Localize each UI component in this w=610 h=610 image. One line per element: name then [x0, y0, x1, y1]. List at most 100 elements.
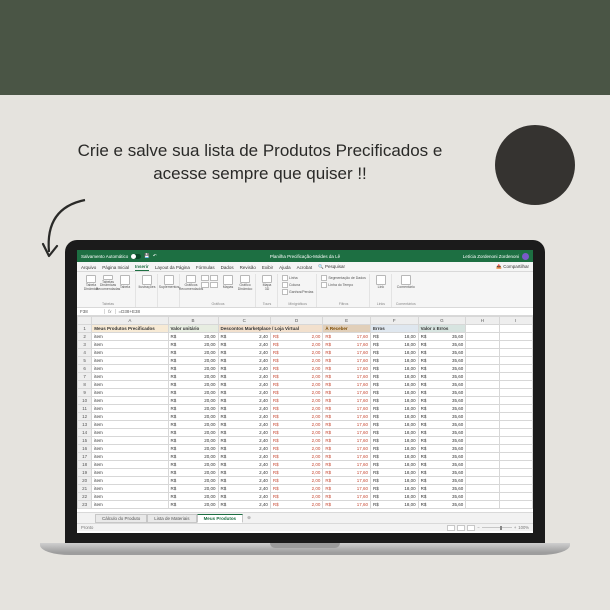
- laptop-mockup: Salvamento Automático 💾 ↶ Planilha Preci…: [40, 240, 570, 610]
- table-row[interactable]: 16itemR$20,00R$2,40R$2,00R$17,60R$18,00R…: [78, 445, 533, 453]
- table-row[interactable]: 7itemR$20,00R$2,40R$2,00R$17,60R$18,00R$…: [78, 373, 533, 381]
- btn-mapa-3d[interactable]: Mapa 3D: [260, 275, 274, 291]
- save-icon[interactable]: 💾: [144, 253, 150, 259]
- table-row[interactable]: 5itemR$20,00R$2,40R$2,00R$17,60R$18,00R$…: [78, 357, 533, 365]
- ribbon-group-links: Link Links: [371, 274, 392, 307]
- formula-input[interactable]: =D38+E38: [116, 309, 141, 314]
- table-row[interactable]: 12itemR$20,00R$2,40R$2,00R$17,60R$18,00R…: [78, 413, 533, 421]
- table-row[interactable]: 11itemR$20,00R$2,40R$2,00R$17,60R$18,00R…: [78, 405, 533, 413]
- btn-comentario[interactable]: Comentário: [399, 275, 413, 291]
- btn-grafico-dinamico[interactable]: Gráfico Dinâmico: [238, 275, 252, 291]
- table-row[interactable]: 20itemR$20,00R$2,40R$2,00R$17,60R$18,00R…: [78, 477, 533, 485]
- tab-pagina-inicial[interactable]: Página Inicial: [102, 265, 129, 271]
- title-row[interactable]: 1 Meus Produtos Precificados Valor unitá…: [78, 325, 533, 333]
- formula-bar: F38 fx =D38+E38: [77, 308, 533, 316]
- tab-exibir[interactable]: Exibir: [262, 265, 273, 271]
- name-box[interactable]: F38: [77, 309, 105, 314]
- zoom-out-button[interactable]: −: [477, 525, 479, 530]
- laptop-notch: [270, 543, 340, 548]
- normal-view-button[interactable]: [447, 525, 455, 531]
- ribbon-group-ilustracoes: Ilustrações: [137, 274, 158, 307]
- table-row[interactable]: 10itemR$20,00R$2,40R$2,00R$17,60R$18,00R…: [78, 397, 533, 405]
- btn-sparkline-linha[interactable]: Linha: [282, 275, 298, 281]
- ribbon-group-tours: Mapa 3D Tours: [257, 274, 278, 307]
- sheet-tab-calculo[interactable]: Cálculo do Produto: [95, 514, 147, 523]
- page-break-view-button[interactable]: [467, 525, 475, 531]
- autosave-toggle[interactable]: [131, 254, 141, 259]
- autosave-label: Salvamento Automático: [81, 254, 128, 259]
- select-all-cell[interactable]: [78, 317, 92, 325]
- table-row[interactable]: 18itemR$20,00R$2,40R$2,00R$17,60R$18,00R…: [78, 461, 533, 469]
- excel-titlebar: Salvamento Automático 💾 ↶ Planilha Preci…: [77, 250, 533, 262]
- btn-linha-tempo[interactable]: Linha do Tempo: [321, 282, 353, 288]
- sheet-tab-materiais[interactable]: Lista de Materiais: [147, 514, 196, 523]
- table-row[interactable]: 13itemR$20,00R$2,40R$2,00R$17,60R$18,00R…: [78, 421, 533, 429]
- table-row[interactable]: 19itemR$20,00R$2,40R$2,00R$17,60R$18,00R…: [78, 469, 533, 477]
- new-sheet-button[interactable]: ⊕: [243, 515, 255, 521]
- sheet-tab-meus-produtos[interactable]: Meus Produtos: [197, 514, 244, 523]
- tab-acrobat[interactable]: Acrobat: [297, 265, 313, 271]
- status-bar: Pronto − + 100%: [77, 523, 533, 531]
- btn-tabelas-recomendadas[interactable]: Tabelas Dinâmicas Recomendadas: [101, 275, 115, 291]
- search-box[interactable]: 🔍 Pesquisar: [318, 264, 345, 271]
- document-title: Planilha Precificação-Moldes da Lê: [270, 254, 340, 259]
- zoom-in-button[interactable]: +: [514, 525, 516, 530]
- avatar[interactable]: [522, 253, 529, 260]
- table-row[interactable]: 9itemR$20,00R$2,40R$2,00R$17,60R$18,00R$…: [78, 389, 533, 397]
- promo-line1: Crie e salve sua lista de Produtos Preci…: [78, 141, 443, 160]
- table-row[interactable]: 8itemR$20,00R$2,40R$2,00R$17,60R$18,00R$…: [78, 381, 533, 389]
- table-row[interactable]: 3itemR$20,00R$2,40R$2,00R$17,60R$18,00R$…: [78, 341, 533, 349]
- ribbon-group-suplementos: Suplementos: [159, 274, 180, 307]
- ribbon: Tabela Dinâmica Tabelas Dinâmicas Recome…: [77, 272, 533, 308]
- table-row[interactable]: 4itemR$20,00R$2,40R$2,00R$17,60R$18,00R$…: [78, 349, 533, 357]
- btn-sparkline-coluna[interactable]: Coluna: [282, 282, 300, 288]
- ribbon-group-comentarios: Comentário Comentários: [393, 274, 419, 307]
- worksheet-grid[interactable]: A B C D E F G H I 1 Meus Produtos Precif…: [77, 316, 533, 512]
- tab-arquivo[interactable]: Arquivo: [81, 265, 96, 271]
- btn-graficos-recomendados[interactable]: Gráficos Recomendados: [184, 275, 198, 291]
- top-decor-band: [0, 0, 610, 95]
- table-row[interactable]: 21itemR$20,00R$2,40R$2,00R$17,60R$18,00R…: [78, 485, 533, 493]
- user-name: Letícia Zordenoni Zordenoni: [463, 254, 519, 259]
- zoom-slider[interactable]: [482, 527, 512, 528]
- ribbon-group-filtros: Segmentação de Dados Linha do Tempo Filt…: [318, 274, 370, 307]
- btn-mapas[interactable]: Mapas: [221, 275, 235, 291]
- table-row[interactable]: 23itemR$20,00R$2,40R$2,00R$17,60R$18,00R…: [78, 501, 533, 509]
- tab-formulas[interactable]: Fórmulas: [196, 265, 215, 271]
- undo-icon[interactable]: ↶: [153, 253, 157, 259]
- ribbon-group-graficos: Gráficos Recomendados Mapas Gráfico Dinâ…: [181, 274, 256, 307]
- btn-segmentacao[interactable]: Segmentação de Dados: [321, 275, 366, 281]
- share-button[interactable]: 📤 Compartilhar: [496, 264, 529, 271]
- decor-circle: [495, 125, 575, 205]
- ribbon-tabs: Arquivo Página Inicial Inserir Layout da…: [77, 262, 533, 272]
- sheet-tab-bar: Cálculo do Produto Lista de Materiais Me…: [77, 512, 533, 523]
- status-text: Pronto: [81, 525, 93, 530]
- tab-inserir[interactable]: Inserir: [135, 264, 149, 271]
- tab-ajuda[interactable]: Ajuda: [279, 265, 291, 271]
- excel-screen: Salvamento Automático 💾 ↶ Planilha Preci…: [77, 250, 533, 533]
- tab-dados[interactable]: Dados: [221, 265, 234, 271]
- tab-layout[interactable]: Layout da Página: [155, 265, 190, 271]
- btn-suplementos[interactable]: Suplementos: [162, 275, 176, 291]
- tab-revisao[interactable]: Revisão: [240, 265, 256, 271]
- table-row[interactable]: 14itemR$20,00R$2,40R$2,00R$17,60R$18,00R…: [78, 429, 533, 437]
- btn-ilustracoes[interactable]: Ilustrações: [140, 275, 154, 291]
- promo-line2: acesse sempre que quiser !!: [153, 164, 367, 183]
- table-row[interactable]: 22itemR$20,00R$2,40R$2,00R$17,60R$18,00R…: [78, 493, 533, 501]
- promo-text: Crie e salve sua lista de Produtos Preci…: [50, 140, 470, 186]
- column-headers[interactable]: A B C D E F G H I: [78, 317, 533, 325]
- btn-sparkline-ganhos[interactable]: Ganhos/Perdas: [282, 289, 313, 295]
- table-row[interactable]: 2itemR$20,00R$2,40R$2,00R$17,60R$18,00R$…: [78, 333, 533, 341]
- page-layout-view-button[interactable]: [457, 525, 465, 531]
- chart-type-gallery[interactable]: [201, 275, 218, 291]
- btn-tabela[interactable]: Tabela: [118, 275, 132, 291]
- table-row[interactable]: 15itemR$20,00R$2,40R$2,00R$17,60R$18,00R…: [78, 437, 533, 445]
- ribbon-group-tabelas: Tabela Dinâmica Tabelas Dinâmicas Recome…: [81, 274, 136, 307]
- fx-icon[interactable]: fx: [105, 309, 116, 314]
- ribbon-group-minigraficos: Linha Coluna Ganhos/Perdas Minigráficos: [279, 274, 317, 307]
- laptop-bezel: Salvamento Automático 💾 ↶ Planilha Preci…: [65, 240, 545, 545]
- zoom-level[interactable]: 100%: [518, 525, 529, 530]
- btn-link[interactable]: Link: [374, 275, 388, 291]
- table-row[interactable]: 17itemR$20,00R$2,40R$2,00R$17,60R$18,00R…: [78, 453, 533, 461]
- table-row[interactable]: 6itemR$20,00R$2,40R$2,00R$17,60R$18,00R$…: [78, 365, 533, 373]
